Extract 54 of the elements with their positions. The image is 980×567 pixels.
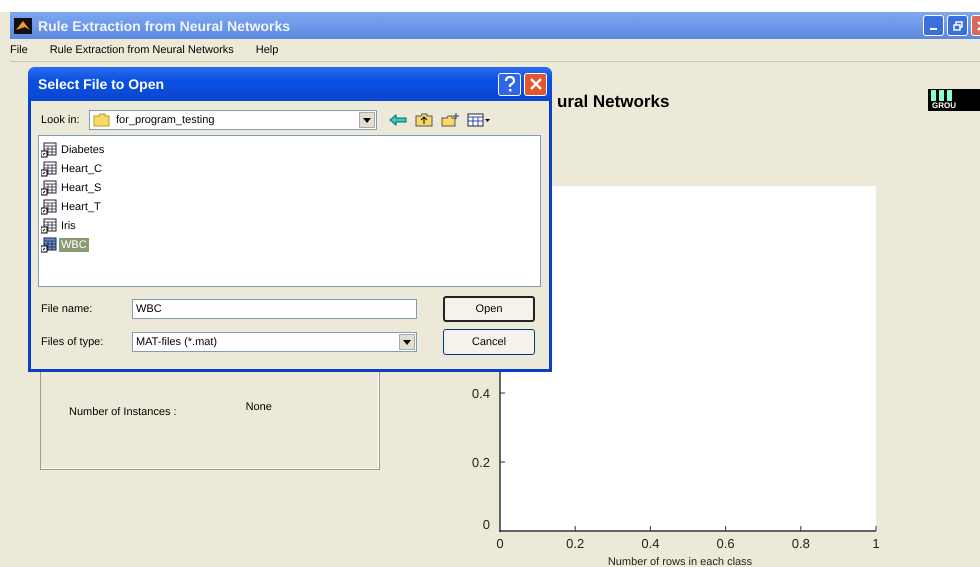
restore-button[interactable] xyxy=(947,15,968,36)
file-name-label: File name: xyxy=(41,303,94,315)
x-tick-label: 0.6 xyxy=(716,536,735,551)
cancel-button[interactable]: Cancel xyxy=(443,329,535,355)
file-list-entry[interactable]: Heart_T xyxy=(59,200,103,214)
x-tick-label: 1 xyxy=(872,536,880,551)
data-file-icon xyxy=(41,160,57,176)
folder-up-icon[interactable] xyxy=(415,113,433,127)
dropdown-arrow-icon xyxy=(363,118,371,122)
window-title: Rule Extraction from Neural Networks xyxy=(38,18,292,34)
look-in-dropdown[interactable]: for_program_testing xyxy=(89,110,377,130)
instances-value: None xyxy=(246,401,272,413)
x-tick-label: 0 xyxy=(496,536,504,551)
close-icon xyxy=(528,77,542,91)
file-list-entry[interactable]: Heart_S xyxy=(59,180,104,194)
dialog-title: Select File to Open xyxy=(38,76,166,92)
x-tick-label: 0.2 xyxy=(566,536,584,551)
data-file-icon xyxy=(41,142,57,158)
file-list-entry[interactable]: Heart_C xyxy=(59,162,104,176)
menu-item[interactable]: Rule Extraction from Neural Networks xyxy=(50,44,234,56)
file-list-entry[interactable]: Diabetes xyxy=(59,142,106,156)
x-tick-label: 0.8 xyxy=(792,536,810,551)
file-list-entry[interactable]: Iris xyxy=(59,218,78,232)
new-folder-icon[interactable] xyxy=(441,113,459,127)
help-button[interactable] xyxy=(498,72,521,96)
data-file-icon xyxy=(41,236,57,252)
file-type-dropdown[interactable]: MAT-files (*.mat) xyxy=(132,332,417,352)
app-icon xyxy=(14,18,32,34)
data-file-icon xyxy=(41,218,57,234)
folder-icon xyxy=(93,113,111,127)
logo: GROU xyxy=(928,89,980,111)
file-name-field[interactable]: WBC xyxy=(132,299,417,319)
data-file-icon xyxy=(41,180,57,196)
y-tick-label: 0.2 xyxy=(472,455,490,470)
restore-icon xyxy=(952,20,962,30)
data-file-icon xyxy=(41,198,57,214)
dropdown-arrow-icon xyxy=(403,340,411,344)
instances-label: Number of Instances : xyxy=(69,406,177,418)
help-icon xyxy=(502,76,516,92)
menu-item[interactable]: Help xyxy=(256,44,278,56)
look-in-label: Look in: xyxy=(41,114,81,126)
x-axis-label: Number of rows in each class xyxy=(608,556,752,567)
menu-item[interactable]: File xyxy=(10,44,28,56)
back-arrow-icon[interactable] xyxy=(389,113,407,127)
open-button[interactable]: Open xyxy=(443,296,535,322)
y-tick-label: 0 xyxy=(482,517,490,532)
chart-title: ural Networks xyxy=(557,92,670,111)
minimize-icon xyxy=(930,28,937,30)
x-tick-label: 0.4 xyxy=(641,536,660,551)
file-type-label: Files of type: xyxy=(41,336,104,348)
view-menu-icon[interactable] xyxy=(467,113,491,127)
y-tick-label: 0.4 xyxy=(472,386,490,401)
close-button[interactable] xyxy=(524,72,547,96)
minimize-button[interactable] xyxy=(923,15,944,36)
